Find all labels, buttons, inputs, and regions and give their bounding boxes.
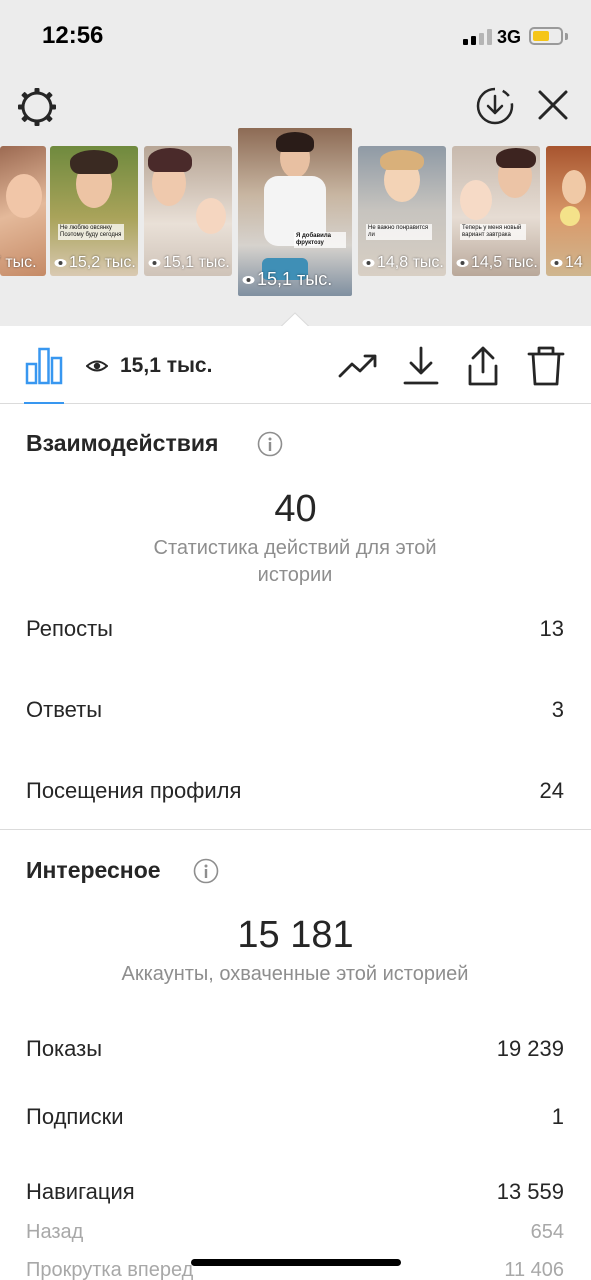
eye-icon — [362, 258, 375, 267]
home-indicator[interactable] — [191, 1259, 401, 1266]
story-thumbnail[interactable]: Не важно понравится ли 14,8 тыс. — [358, 146, 446, 276]
story-views: 14,8 тыс. — [362, 254, 444, 272]
status-time: 12:56 — [42, 22, 104, 49]
trash-icon[interactable] — [524, 344, 568, 388]
eye-icon — [148, 258, 161, 267]
eye-icon — [54, 258, 67, 267]
status-bar: 12:56 3G — [0, 0, 591, 70]
replies-value: 3 — [551, 697, 564, 722]
battery-cap — [565, 33, 568, 40]
profile-visits-value: 24 — [539, 778, 564, 803]
bar-chart-icon[interactable] — [24, 346, 64, 386]
download-icon[interactable] — [399, 344, 443, 388]
navigation-value: 13 559 — [496, 1179, 564, 1204]
story-views: 7 тыс. — [0, 254, 37, 271]
discovery-title: Интересное — [26, 857, 161, 883]
follows-label: Подписки — [26, 1104, 124, 1129]
eye-icon — [242, 276, 255, 285]
insights-sheet: 15,1 тыс. Взаимодействия 40 Статистика д… — [0, 326, 591, 1280]
story-views: 14,5 тыс. — [456, 254, 538, 272]
interactions-title: Взаимодействия — [26, 430, 219, 456]
story-caption: Теперь у меня новый вариант завтрака — [460, 224, 526, 240]
download-circle-icon[interactable] — [475, 86, 515, 126]
share-icon[interactable] — [461, 344, 505, 388]
forward-value: 11 406 — [504, 1259, 564, 1280]
back-label: Назад — [26, 1221, 84, 1243]
story-viewer-header: 12:56 3G тыс. Не люблю овсянку Поэтому б… — [0, 0, 591, 327]
profile-visits-label: Посещения профиля — [26, 778, 242, 803]
story-views: 15,2 тыс. — [54, 254, 136, 272]
info-icon[interactable] — [193, 858, 219, 884]
story-views: 14 — [550, 254, 583, 272]
section-divider — [0, 829, 591, 830]
gear-icon[interactable] — [16, 86, 58, 128]
reach-total: 15 181 — [237, 914, 354, 956]
story-thumbnail[interactable]: Не люблю овсянку Поэтому буду сегодня 15… — [50, 146, 138, 276]
navigation-label: Навигация — [26, 1179, 135, 1204]
impressions-label: Показы — [26, 1036, 103, 1061]
story-caption: Не важно понравится ли — [366, 224, 432, 240]
reposts-label: Репосты — [26, 616, 113, 641]
story-views: 15,1 тыс. — [148, 254, 230, 272]
story-thumbnail-strip: 7 тыс. Не люблю овсянку Поэтому буду сег… — [0, 128, 591, 318]
forward-label: Прокрутка вперед — [26, 1259, 194, 1280]
views-count: 15,1 тыс. — [120, 354, 213, 377]
reach-subtitle: Аккаунты, охваченные этой историей — [121, 963, 469, 985]
replies-label: Ответы — [26, 697, 103, 722]
back-value: 654 — [530, 1221, 564, 1243]
story-caption: Я добавила фруктозу — [294, 232, 346, 248]
story-caption: Не люблю овсянку Поэтому буду сегодня — [58, 224, 124, 240]
insights-tab-row: 15,1 тыс. — [0, 326, 591, 404]
eye-icon — [550, 258, 563, 267]
story-thumbnail-active[interactable]: Я добавила фруктозу 15,1 тыс. — [238, 128, 352, 296]
eye-icon — [456, 258, 469, 267]
close-icon[interactable] — [536, 88, 570, 122]
story-thumbnail[interactable]: 14 — [546, 146, 591, 276]
battery-icon — [529, 27, 563, 45]
story-thumbnail[interactable]: 7 тыс. — [0, 146, 46, 276]
interactions-total: 40 — [274, 488, 317, 530]
story-views: 15,1 тыс. — [242, 269, 332, 290]
reposts-value: 13 — [539, 616, 564, 641]
info-icon[interactable] — [257, 431, 283, 457]
story-thumbnail[interactable]: 15,1 тыс. — [144, 146, 232, 276]
interactions-subtitle: Статистика действий для этой истории — [153, 537, 437, 586]
eye-icon — [86, 360, 108, 372]
follows-value: 1 — [551, 1104, 564, 1129]
active-tab-indicator — [24, 402, 64, 404]
signal-icon — [463, 29, 493, 45]
impressions-value: 19 239 — [496, 1036, 564, 1061]
story-thumbnail[interactable]: Теперь у меня новый вариант завтрака 14,… — [452, 146, 540, 276]
network-type: 3G — [497, 27, 522, 47]
trending-icon[interactable] — [336, 344, 380, 388]
